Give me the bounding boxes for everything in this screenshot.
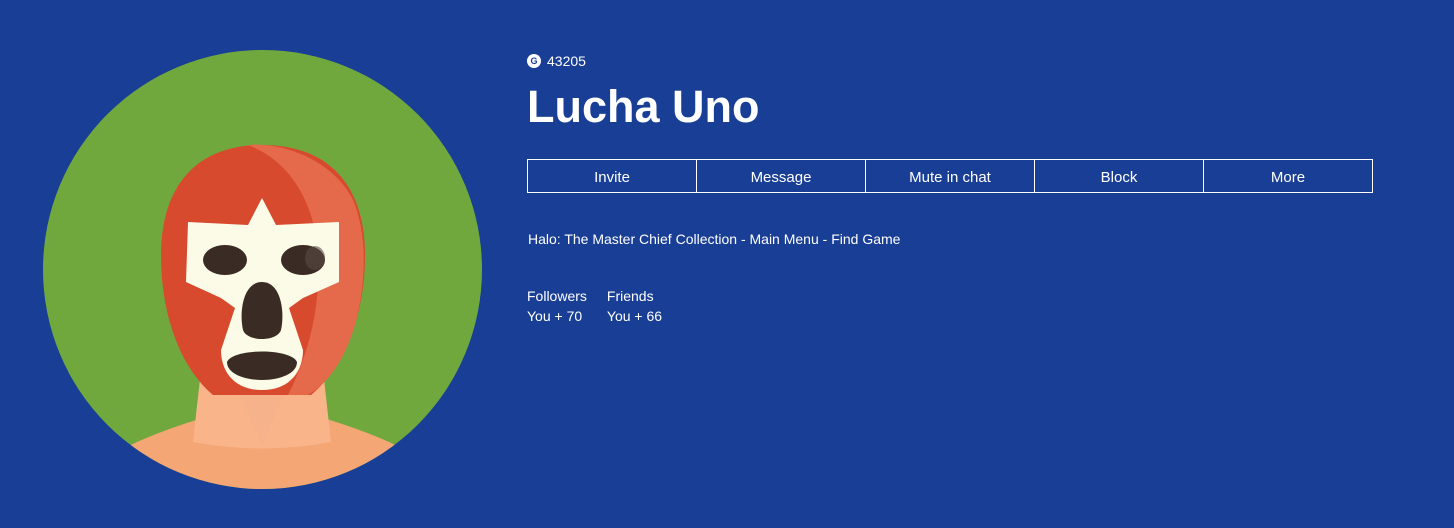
gamerscore-value: 43205	[547, 53, 586, 69]
profile-avatar[interactable]	[43, 50, 482, 489]
block-button[interactable]: Block	[1035, 160, 1204, 192]
gamerscore-icon: G	[527, 54, 541, 68]
gamerscore: G 43205	[527, 52, 1387, 70]
luchador-mask-avatar-icon	[43, 50, 482, 489]
friends-label: Friends	[606, 288, 654, 304]
followers-stat[interactable]: Followers You + 70	[527, 286, 587, 326]
followers-label: Followers	[527, 288, 587, 304]
presence-text: Halo: The Master Chief Collection - Main…	[528, 231, 901, 247]
followers-value: You + 70	[527, 308, 583, 324]
more-button[interactable]: More	[1204, 160, 1372, 192]
profile-info: G 43205 Lucha Uno Invite Message Mute in…	[527, 52, 1387, 324]
social-stats: Followers You + 70 Friends You + 66	[527, 286, 682, 326]
action-bar: Invite Message Mute in chat Block More	[527, 159, 1373, 193]
message-button[interactable]: Message	[697, 160, 866, 192]
friends-stat[interactable]: Friends You + 66	[607, 286, 662, 326]
invite-button[interactable]: Invite	[528, 160, 697, 192]
mute-in-chat-button[interactable]: Mute in chat	[866, 160, 1035, 192]
gamertag: Lucha Uno	[527, 81, 760, 132]
friends-value: You + 66	[606, 308, 663, 324]
